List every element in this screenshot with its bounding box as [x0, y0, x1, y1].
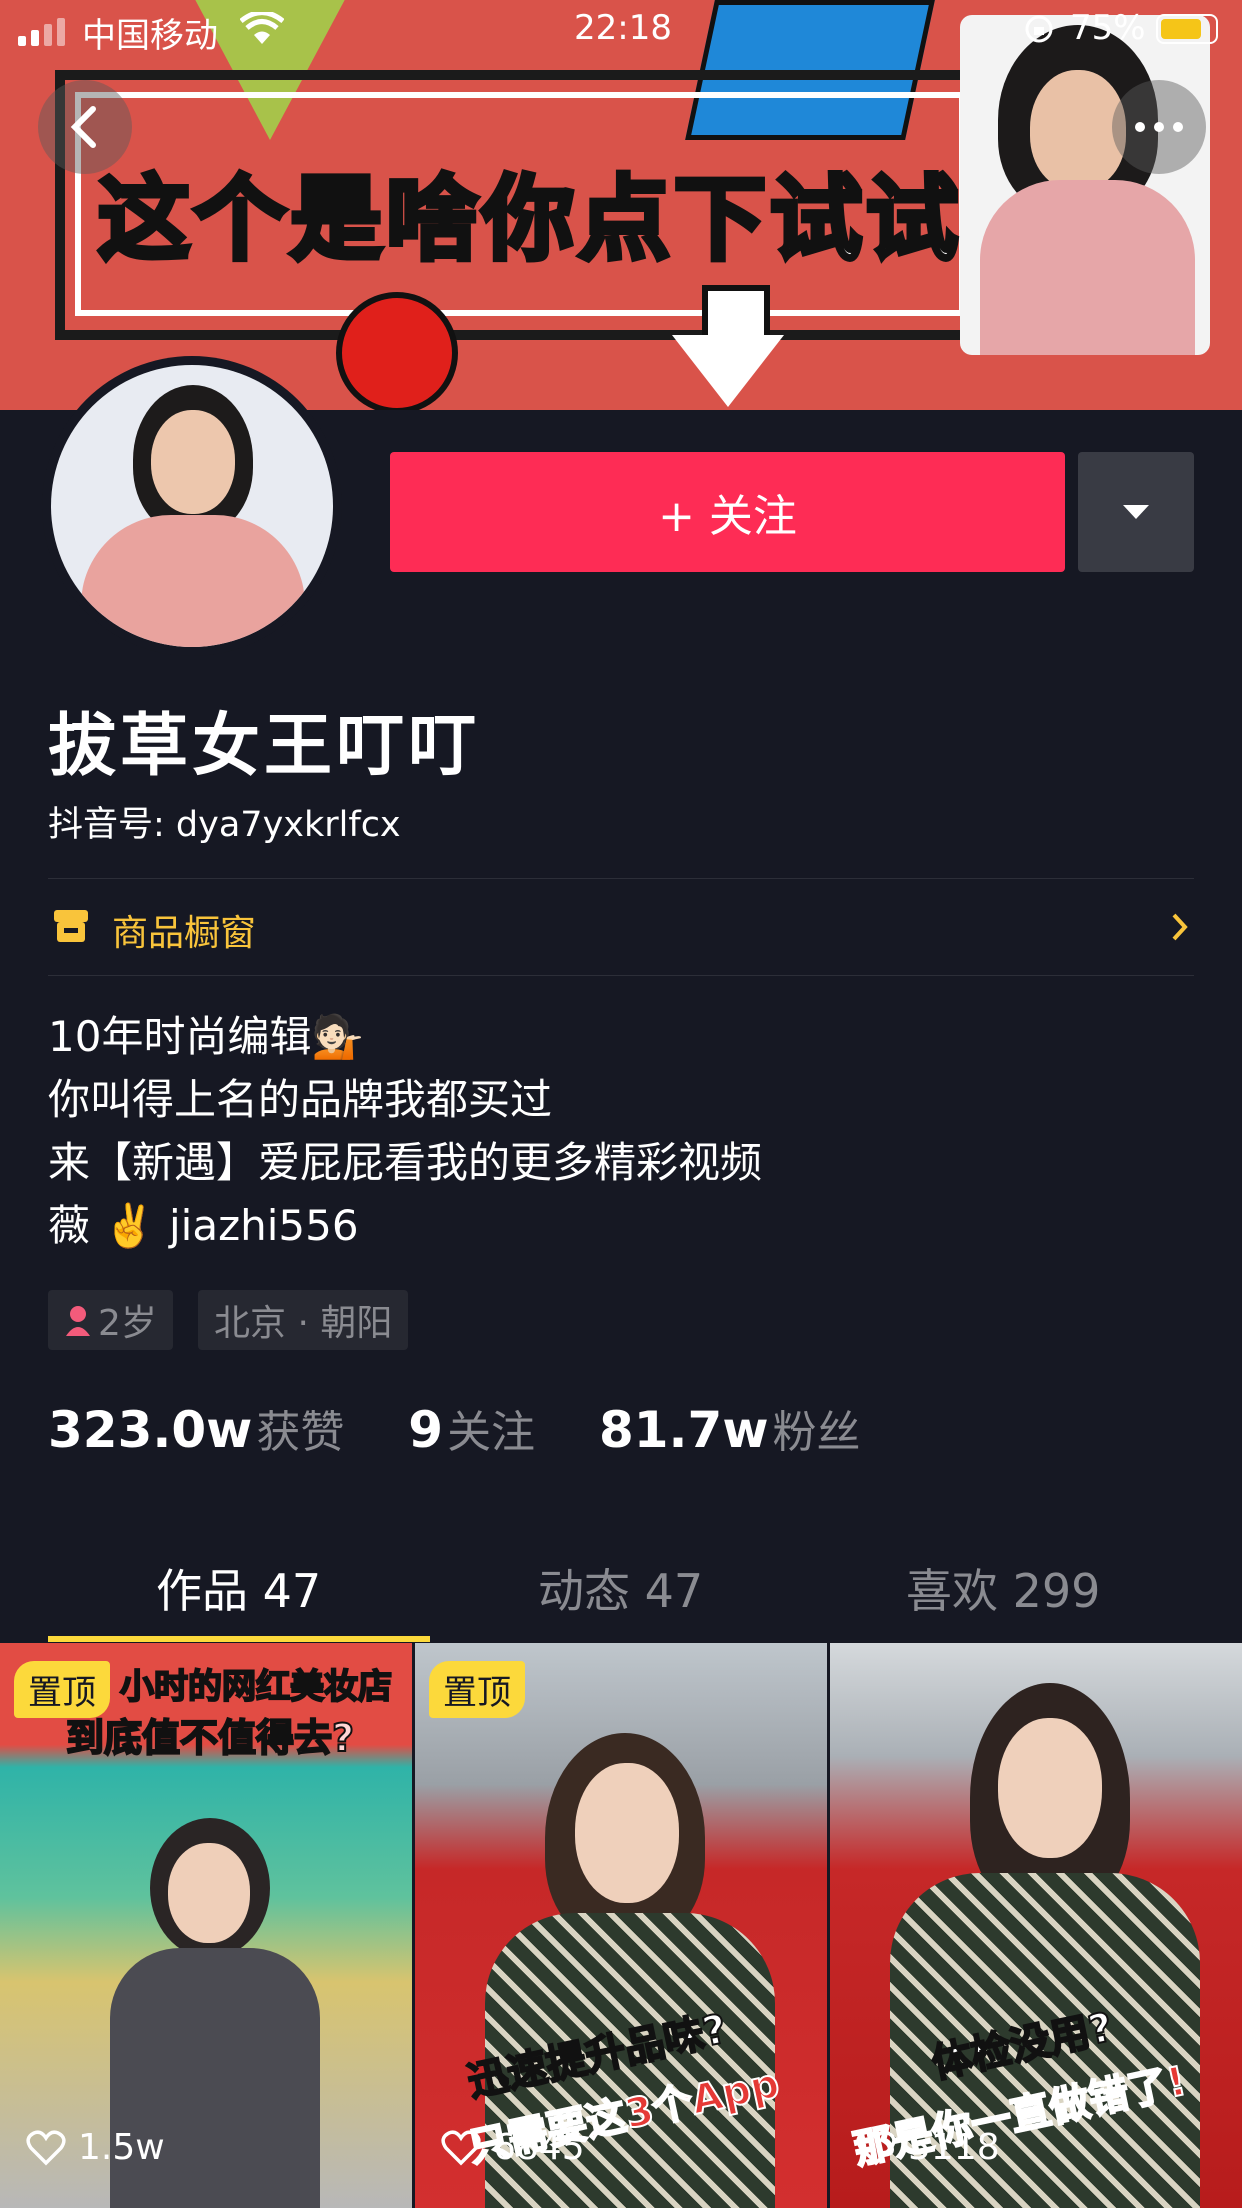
follow-button-label: + 关注: [658, 491, 797, 542]
heart-icon: [26, 2129, 66, 2165]
chevron-right-icon: [1172, 913, 1188, 941]
location-tag-label: 北京 · 朝阳: [214, 1303, 393, 1344]
video-person-face: [168, 1843, 250, 1943]
status-bar: 中国移动 22:18 75%: [0, 0, 1242, 60]
tab-likes[interactable]: 喜欢 299: [906, 1555, 1100, 1621]
avatar-body: [81, 515, 305, 647]
banner-photo: [960, 15, 1210, 355]
age-tag: 2岁: [48, 1290, 173, 1350]
pinned-badge: 置顶: [14, 1661, 110, 1718]
tab-works[interactable]: 作品 47: [156, 1555, 321, 1621]
recommend-dropdown-button[interactable]: [1078, 452, 1194, 572]
video-likes: 5118: [856, 2127, 1000, 2168]
down-arrow-head: [672, 335, 784, 407]
back-button[interactable]: [38, 80, 132, 174]
fans-stat[interactable]: 81.7w粉丝: [599, 1401, 861, 1459]
follow-button[interactable]: + 关注: [390, 452, 1065, 572]
video-person-face: [575, 1763, 679, 1903]
video-likes: 6845: [441, 2127, 585, 2168]
video-person-body: [110, 1948, 320, 2208]
video-thumbnail[interactable]: 小时的网红美妆店 到底值不值得去? 置顶 1.5w: [0, 1643, 412, 2208]
video-likes: 1.5w: [26, 2127, 165, 2168]
clock: 22:18: [574, 8, 672, 48]
video-caption: 到底值不值得去?: [65, 1715, 355, 1761]
signal-bar: [18, 36, 26, 46]
video-likes-count: 5118: [908, 2127, 1000, 2168]
signal-bar: [57, 18, 65, 46]
signal-bar: [31, 30, 39, 46]
likes-label: 获赞: [256, 1407, 345, 1458]
profile-name: 拔草女王叮叮: [48, 707, 481, 786]
chevron-left-icon: [70, 106, 96, 148]
bio-line: 你叫得上名的品牌我都买过: [48, 1075, 553, 1124]
video-likes-count: 6845: [493, 2127, 585, 2168]
battery-percent: 75%: [1070, 8, 1146, 48]
banner-text: 这个是啥你点下试试: [95, 164, 962, 276]
bio-line: 薇 ✌️ jiazhi556: [48, 1201, 359, 1250]
fans-label: 粉丝: [772, 1407, 861, 1458]
shop-window-row[interactable]: 商品橱窗: [48, 878, 1194, 976]
carrier-name: 中国移动: [82, 16, 218, 56]
bio-line: 10年时尚编辑💁🏻: [48, 1012, 364, 1061]
more-options-button[interactable]: [1112, 80, 1206, 174]
following-label: 关注: [447, 1407, 536, 1458]
video-person-face: [998, 1718, 1102, 1858]
heart-icon: [856, 2129, 896, 2165]
age-tag-label: 2岁: [98, 1303, 157, 1344]
pinned-badge: 置顶: [429, 1661, 525, 1718]
divider: [48, 975, 1194, 976]
female-icon: [66, 1306, 90, 1336]
more-dots-icon: [1135, 122, 1183, 132]
likes-count: 323.0w: [48, 1401, 253, 1459]
avatar[interactable]: [42, 356, 342, 656]
location-tag: 北京 · 朝阳: [198, 1290, 409, 1350]
banner-photo-body: [980, 180, 1195, 355]
profile-banner[interactable]: 这个是啥你点下试试: [0, 0, 1242, 410]
battery-icon: [1156, 14, 1218, 44]
heart-icon: [441, 2129, 481, 2165]
fans-count: 81.7w: [598, 1401, 769, 1459]
video-thumbnail[interactable]: 体检没用? 那是你一直做错了! 5118: [830, 1643, 1242, 2208]
bio-line: 来【新遇】爱屁屁看我的更多精彩视频: [48, 1138, 763, 1187]
caret-down-icon: [1123, 505, 1149, 519]
tab-moments[interactable]: 动态 47: [538, 1555, 703, 1621]
video-caption: 小时的网红美妆店: [119, 1666, 393, 1708]
shop-icon: [54, 910, 88, 942]
shop-window-label: 商品橱窗: [112, 913, 257, 954]
avatar-face: [151, 410, 235, 514]
stats-row: 323.0w获赞 9关注 81.7w粉丝: [48, 1396, 861, 1460]
following-count: 9: [408, 1401, 444, 1459]
video-thumbnail[interactable]: 迅速提升品味? 只需要这3个App 置顶 6845: [415, 1643, 827, 2208]
signal-bar: [44, 24, 52, 46]
tab-indicator: [48, 1636, 430, 1642]
bio: 10年时尚编辑💁🏻 你叫得上名的品牌我都买过 来【新遇】爱屁屁看我的更多精彩视频…: [48, 1005, 762, 1257]
rotation-lock-icon: [1025, 15, 1053, 43]
avatar-image: [51, 365, 333, 647]
douyin-id: 抖音号: dya7yxkrlfcx: [48, 805, 401, 845]
video-likes-count: 1.5w: [78, 2127, 165, 2168]
likes-stat[interactable]: 323.0w获赞: [48, 1401, 344, 1459]
wifi-icon: [240, 12, 284, 44]
following-stat[interactable]: 9关注: [408, 1401, 535, 1459]
banner-decoration-circle: [336, 292, 458, 410]
